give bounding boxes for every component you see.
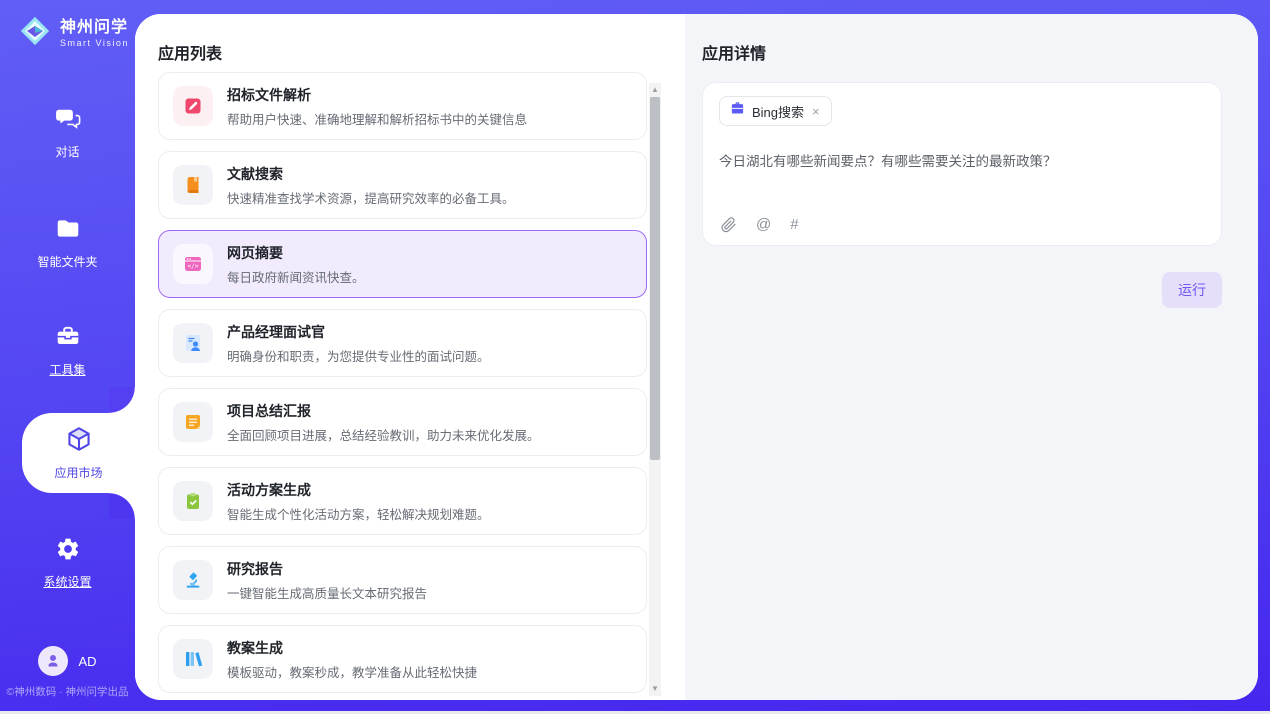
avatar <box>38 646 68 676</box>
copyright-text: ©神州数码 · 神州问学出品 <box>0 684 135 699</box>
app-frame: 神州问学 Smart Vision 对话 智能文件夹 <box>0 0 1270 711</box>
sidebar-item-label: 系统设置 <box>0 573 135 590</box>
mention-icon[interactable]: @ <box>756 216 771 233</box>
app-card-title: 活动方案生成 <box>227 480 490 500</box>
user-name: AD <box>78 654 96 669</box>
interviewer-icon <box>173 323 213 363</box>
app-card-project-summary[interactable]: 项目总结汇报 全面回顾项目进展，总结经验教训，助力未来优化发展。 <box>158 388 647 456</box>
hash-icon[interactable]: # <box>790 216 798 233</box>
app-card-title: 招标文件解析 <box>227 85 527 105</box>
app-card-lesson-plan[interactable]: 教案生成 模板驱动，教案秒成，教学准备从此轻松快捷 <box>158 625 647 693</box>
scroll-down-arrow-icon[interactable]: ▼ <box>649 682 661 696</box>
app-card-desc: 帮助用户快速、准确地理解和解析招标书中的关键信息 <box>227 109 527 128</box>
app-list-panel: 应用列表 招标文件解析 帮助用户快速、准确地理解和解析招标书中的关键信息 <box>135 14 685 700</box>
sidebar-item-smart-folders[interactable]: 智能文件夹 <box>0 216 135 270</box>
svg-text:</>: </> <box>187 263 198 270</box>
app-list-title: 应用列表 <box>158 40 222 64</box>
compose-toolbar: @ # <box>721 216 799 233</box>
app-card-desc: 全面回顾项目进展，总结经验教训，助力未来优化发展。 <box>227 425 540 444</box>
content-area: 应用列表 招标文件解析 帮助用户快速、准确地理解和解析招标书中的关键信息 <box>135 14 1258 700</box>
sidebar-item-label: 工具集 <box>0 361 135 378</box>
scrollbar-thumb[interactable] <box>650 97 660 460</box>
app-card-desc: 每日政府新闻资讯快查。 <box>227 267 365 286</box>
sidebar-item-toolset[interactable]: 工具集 <box>0 324 135 378</box>
gear-icon <box>55 536 81 567</box>
app-card-list: 招标文件解析 帮助用户快速、准确地理解和解析招标书中的关键信息 文献搜索 <box>158 72 647 700</box>
sidebar-item-chat[interactable]: 对话 <box>0 106 135 160</box>
clipboard-check-icon <box>173 481 213 521</box>
query-input[interactable]: 今日湖北有哪些新闻要点？有哪些需要关注的最新政策？ <box>719 152 1205 172</box>
app-detail-panel: 应用详情 Bing搜索 × 今日湖北有哪些新闻要点？有哪些需要关注的最新政策？ <box>685 14 1258 700</box>
app-card-webpage-summary[interactable]: </> 网页摘要 每日政府新闻资讯快查。 <box>158 230 647 298</box>
report-note-icon <box>173 402 213 442</box>
app-card-desc: 模板驱动，教案秒成，教学准备从此轻松快捷 <box>227 662 477 681</box>
sidebar-item-settings[interactable]: 系统设置 <box>0 536 135 590</box>
research-icon <box>173 560 213 600</box>
run-button[interactable]: 运行 <box>1162 272 1222 308</box>
toolbox-icon <box>55 324 81 355</box>
app-card-pm-interviewer[interactable]: 产品经理面试官 明确身份和职责，为您提供专业性的面试问题。 <box>158 309 647 377</box>
sidebar-item-label: 对话 <box>0 143 135 160</box>
brand-logo: 神州问学 Smart Vision <box>17 13 129 54</box>
book-icon <box>173 165 213 205</box>
brand-diamond-icon <box>17 13 53 54</box>
tool-chip-bing-search[interactable]: Bing搜索 × <box>719 96 832 126</box>
app-card-title: 研究报告 <box>227 559 427 579</box>
brand-subtitle: Smart Vision <box>60 39 129 48</box>
notch-top <box>109 387 135 413</box>
sidebar: 神州问学 Smart Vision 对话 智能文件夹 <box>0 0 135 711</box>
app-card-title: 产品经理面试官 <box>227 322 490 342</box>
webpage-code-icon: </> <box>173 244 213 284</box>
attachment-icon[interactable] <box>721 217 737 233</box>
app-card-title: 文献搜索 <box>227 164 515 184</box>
briefcase-icon <box>730 101 745 121</box>
app-card-desc: 智能生成个性化活动方案，轻松解决规划难题。 <box>227 504 490 523</box>
app-card-desc: 明确身份和职责，为您提供专业性的面试问题。 <box>227 346 490 365</box>
user-account[interactable]: AD <box>0 646 135 676</box>
app-detail-title: 应用详情 <box>702 40 766 64</box>
app-card-bid-analysis[interactable]: 招标文件解析 帮助用户快速、准确地理解和解析招标书中的关键信息 <box>158 72 647 140</box>
notch-bottom <box>109 493 135 519</box>
compose-card: Bing搜索 × 今日湖北有哪些新闻要点？有哪些需要关注的最新政策？ @ # <box>702 82 1222 246</box>
close-icon[interactable]: × <box>811 104 821 119</box>
sidebar-item-label: 智能文件夹 <box>0 253 135 270</box>
books-icon <box>173 639 213 679</box>
list-scrollbar[interactable]: ▲ ▼ <box>649 83 661 696</box>
tool-chip-label: Bing搜索 <box>752 102 804 121</box>
sidebar-item-label: 应用市场 <box>54 464 102 481</box>
sidebar-item-app-market[interactable]: 应用市场 <box>22 413 135 493</box>
app-card-event-plan[interactable]: 活动方案生成 智能生成个性化活动方案，轻松解决规划难题。 <box>158 467 647 535</box>
cube-icon <box>65 425 93 458</box>
document-edit-icon <box>173 86 213 126</box>
app-card-title: 网页摘要 <box>227 243 365 263</box>
app-card-research-report[interactable]: 研究报告 一键智能生成高质量长文本研究报告 <box>158 546 647 614</box>
app-card-desc: 一键智能生成高质量长文本研究报告 <box>227 583 427 602</box>
app-card-desc: 快速精准查找学术资源，提高研究效率的必备工具。 <box>227 188 515 207</box>
brand-name: 神州问学 <box>60 19 128 36</box>
app-card-title: 项目总结汇报 <box>227 401 540 421</box>
app-card-literature-search[interactable]: 文献搜索 快速精准查找学术资源，提高研究效率的必备工具。 <box>158 151 647 219</box>
scroll-up-arrow-icon[interactable]: ▲ <box>649 83 661 97</box>
app-card-title: 教案生成 <box>227 638 477 658</box>
chat-icon <box>55 106 81 137</box>
folder-icon <box>55 216 81 247</box>
